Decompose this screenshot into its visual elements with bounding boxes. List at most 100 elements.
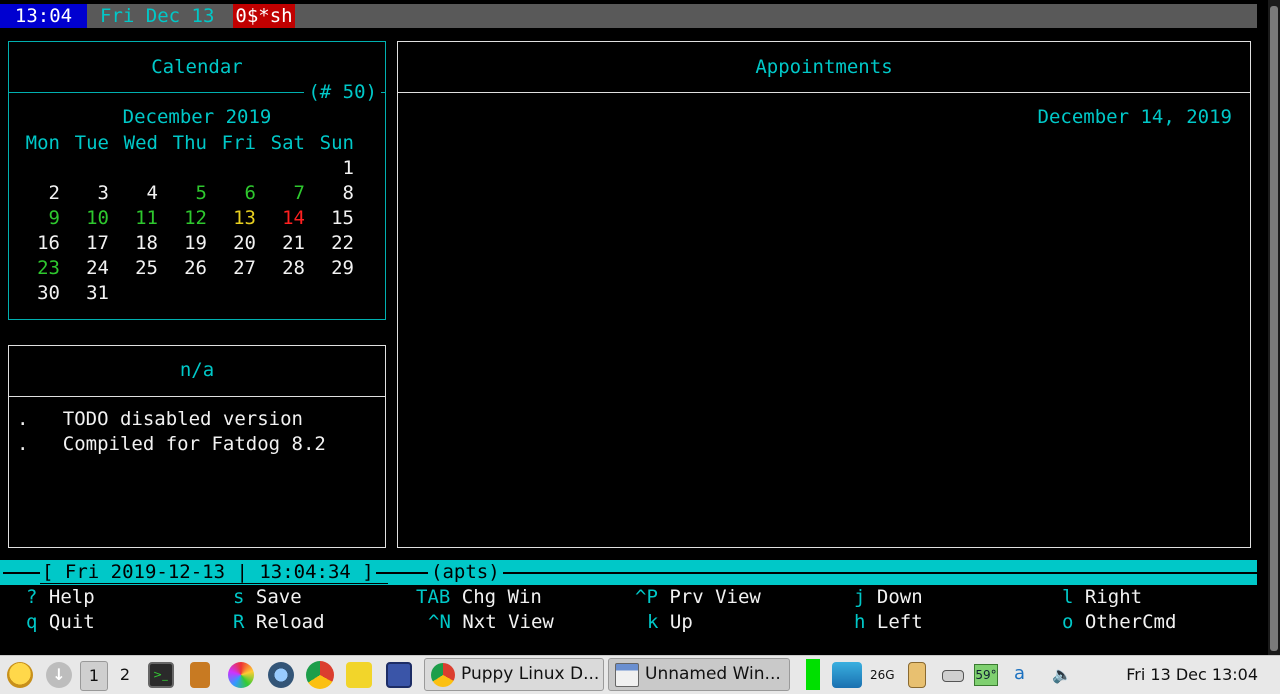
calendar-day[interactable]: 26: [159, 256, 207, 280]
key-label: Down: [876, 586, 923, 608]
chrome-icon: [431, 663, 455, 687]
calendar-day[interactable]: 19: [159, 231, 207, 255]
calcurse-status-bar: [ Fri 2019-12-13 | 13:04:34 ] (apts): [0, 560, 1257, 585]
key-char: ^N: [428, 611, 451, 633]
appointments-divider: [398, 92, 1250, 93]
calendar-day[interactable]: 4: [110, 181, 158, 205]
files-icon[interactable]: [190, 662, 210, 688]
key-right[interactable]: l Right: [1062, 586, 1142, 608]
calendar-day[interactable]: 14: [257, 206, 305, 230]
calendar-panel[interactable]: Calendar (# 50) December 2019 Mon Tue Wed T…: [8, 41, 386, 320]
calendar-day[interactable]: 30: [12, 281, 60, 305]
task-chrome-window[interactable]: Puppy Linux D...: [424, 658, 604, 691]
appointments-date: December 14, 2019: [1037, 106, 1232, 128]
pet-icon[interactable]: [346, 662, 372, 688]
scrollbar-thumb[interactable]: [1270, 6, 1278, 651]
keyboard-layout[interactable]: a: [1014, 656, 1025, 692]
todo-panel[interactable]: n/a . TODO disabled version . Compiled f…: [8, 345, 386, 548]
key-label: Save: [255, 586, 302, 608]
key-char: q: [26, 611, 38, 633]
calendar-day[interactable]: 11: [110, 206, 158, 230]
calendar-day[interactable]: 1: [306, 156, 354, 180]
keyboard-icon[interactable]: [942, 670, 964, 682]
calendar-day[interactable]: 12: [159, 206, 207, 230]
download-icon[interactable]: ↓: [46, 662, 72, 688]
calendar-day[interactable]: 29: [306, 256, 354, 280]
window-icon: [615, 663, 639, 687]
key-label: Help: [48, 586, 95, 608]
calendar-day[interactable]: 31: [61, 281, 109, 305]
tmux-window-tab[interactable]: 0$*sh: [233, 4, 295, 28]
weekday-header: Wed: [123, 132, 158, 154]
task-unnamed-window[interactable]: Unnamed Win...: [608, 658, 790, 691]
cpu-meter: [806, 659, 820, 690]
menu-icon[interactable]: [7, 662, 33, 688]
terminal-icon[interactable]: >_: [148, 662, 174, 688]
key-char: l: [1062, 586, 1074, 608]
calendar-day[interactable]: 21: [257, 231, 305, 255]
calendar-day[interactable]: 2: [12, 181, 60, 205]
key-next-view[interactable]: ^N Nxt View: [428, 611, 554, 633]
network-icon[interactable]: [832, 662, 862, 688]
calendar-day[interactable]: 23: [12, 256, 60, 280]
calendar-day[interactable]: 15: [306, 206, 354, 230]
chrome-icon[interactable]: [306, 661, 334, 689]
key-change-window[interactable]: TAB Chg Win: [416, 586, 542, 608]
calendar-day[interactable]: 20: [208, 231, 256, 255]
workspace-1[interactable]: 1: [80, 661, 108, 691]
calendar-day[interactable]: 27: [208, 256, 256, 280]
calendar-title: Calendar: [151, 56, 243, 78]
key-char: R: [233, 611, 245, 633]
key-help[interactable]: ? Help: [26, 586, 95, 608]
calendar-day[interactable]: 5: [159, 181, 207, 205]
calendar-day[interactable]: 22: [306, 231, 354, 255]
calendar-day[interactable]: 3: [61, 181, 109, 205]
key-reload[interactable]: R Reload: [233, 611, 325, 633]
calendar-day[interactable]: 24: [61, 256, 109, 280]
appointments-title: Appointments: [755, 56, 893, 78]
weekday-header: Tue: [74, 132, 109, 154]
key-quit[interactable]: q Quit: [26, 611, 95, 633]
key-label: Right: [1084, 586, 1143, 608]
status-mode: (apts): [428, 560, 503, 585]
key-previous-view[interactable]: ^P Prv View: [635, 586, 761, 608]
clipboard-icon[interactable]: [908, 662, 926, 688]
calendar-day[interactable]: 17: [61, 231, 109, 255]
key-label: Left: [876, 611, 923, 633]
todo-title: n/a: [179, 359, 215, 381]
taskbar-clock[interactable]: Fri 13 Dec 13:04: [1126, 656, 1258, 694]
key-label: Quit: [48, 611, 95, 633]
key-char: h: [854, 611, 866, 633]
calendar-day[interactable]: 6: [208, 181, 256, 205]
tmux-date: Fri Dec 13: [100, 5, 215, 27]
calculator-icon[interactable]: [386, 662, 412, 688]
calendar-day[interactable]: 18: [110, 231, 158, 255]
calendar-month: December 2019: [122, 106, 272, 128]
key-save[interactable]: s Save: [233, 586, 302, 608]
disk-usage[interactable]: 26G: [870, 656, 895, 694]
todo-divider: [9, 396, 385, 397]
appointments-panel[interactable]: Appointments December 14, 2019: [397, 41, 1251, 548]
calendar-day[interactable]: 7: [257, 181, 305, 205]
key-other-cmd[interactable]: o OtherCmd: [1062, 611, 1176, 633]
calendar-day[interactable]: 16: [12, 231, 60, 255]
key-char: o: [1062, 611, 1074, 633]
calendar-day[interactable]: 9: [12, 206, 60, 230]
calendar-day[interactable]: 13: [208, 206, 256, 230]
disc-icon[interactable]: [268, 662, 294, 688]
workspace-2[interactable]: 2: [112, 661, 138, 689]
calendar-day[interactable]: 28: [257, 256, 305, 280]
calendar-day[interactable]: 25: [110, 256, 158, 280]
volume-icon[interactable]: 🔈: [1052, 656, 1072, 694]
calendar-day[interactable]: 10: [61, 206, 109, 230]
pinwheel-icon[interactable]: [228, 662, 254, 688]
key-down[interactable]: j Down: [854, 586, 923, 608]
week-number: (# 50): [304, 81, 381, 103]
calendar-day[interactable]: 8: [306, 181, 354, 205]
todo-line: . Compiled for Fatdog 8.2: [17, 433, 326, 455]
key-up[interactable]: k Up: [647, 611, 693, 633]
temperature-badge[interactable]: 59°: [974, 664, 998, 686]
weekday-header: Thu: [172, 132, 207, 154]
status-datetime: [ Fri 2019-12-13 | 13:04:34 ]: [40, 560, 376, 585]
key-left[interactable]: h Left: [854, 611, 923, 633]
